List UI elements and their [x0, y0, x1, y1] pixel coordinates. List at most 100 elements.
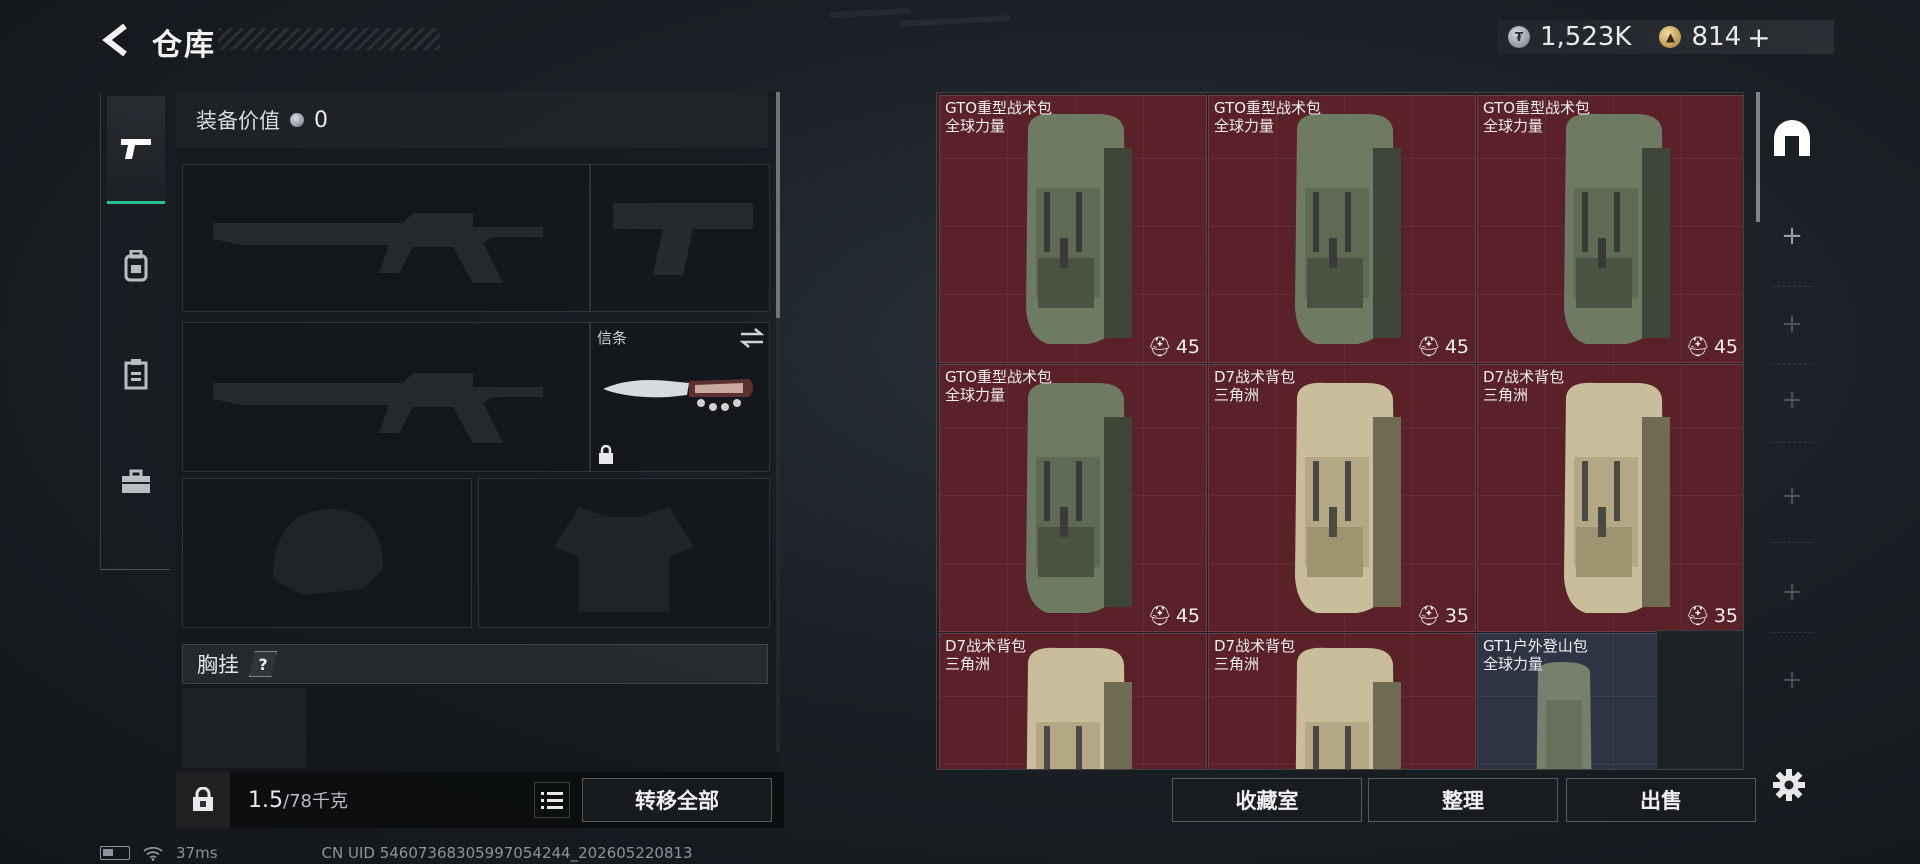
sell-button[interactable]: 出售	[1566, 778, 1756, 822]
add-container-button[interactable]: +	[1762, 206, 1822, 266]
storage-item[interactable]: GTO重型战术包 全球力量 ⛑ 45	[939, 364, 1207, 632]
helmet-silhouette-icon	[273, 509, 383, 595]
item-weight: ⛑ 45	[1147, 335, 1200, 359]
gear-icon	[1773, 769, 1805, 801]
weight-current: 1.5	[248, 788, 283, 813]
pistol-icon	[121, 138, 151, 159]
lock-icon	[599, 445, 613, 464]
item-weight: ⛑ 35	[1685, 604, 1738, 628]
item-faction: 全球力量	[945, 386, 1006, 404]
weight-icon: ⛑	[1685, 605, 1710, 627]
item-faction: 三角洲	[1214, 655, 1260, 673]
armor-slot[interactable]	[478, 478, 770, 628]
primary-weapon-slot[interactable]	[182, 164, 590, 312]
item-faction: 全球力量	[1214, 117, 1275, 135]
top-bar: 仓库 ₮ 1,523K ▲ 814 +	[0, 0, 1920, 80]
container-rail: + + + + + +	[1762, 92, 1822, 768]
backpack-image	[1536, 662, 1592, 769]
weight-readout: 1.5/78千克	[248, 787, 348, 813]
add-container-button[interactable]: +	[1762, 370, 1822, 430]
backpack-image	[1295, 382, 1401, 613]
pistol-silhouette-icon	[613, 203, 753, 275]
melee-slot[interactable]: 信条	[590, 322, 770, 472]
settings-button[interactable]	[1764, 760, 1814, 810]
storage-item[interactable]: D7战术背包 三角洲	[939, 633, 1207, 769]
list-view-button[interactable]	[534, 782, 570, 818]
transfer-all-button[interactable]: 转移全部	[582, 778, 772, 822]
equipment-value-label: 装备价值	[196, 109, 280, 133]
rifle-silhouette-icon	[213, 373, 543, 443]
collection-room-button[interactable]: 收藏室	[1172, 778, 1362, 822]
item-name: D7战术背包	[1214, 637, 1296, 655]
item-faction: 全球力量	[1483, 655, 1544, 673]
equipment-value: 0	[314, 107, 328, 133]
silver-coin-icon	[290, 113, 304, 127]
tab-backpack[interactable]	[107, 212, 165, 320]
loadout-scroll-thumb[interactable]	[776, 92, 780, 318]
equipment-value-bar: 装备价值 0	[176, 92, 768, 148]
add-container-button[interactable]: +	[1762, 294, 1822, 354]
item-name: D7战术背包	[1214, 368, 1296, 386]
backpack-image	[1026, 382, 1132, 613]
empty-storage-cell[interactable]	[1656, 630, 1743, 769]
backpack-image	[1295, 647, 1401, 769]
ping-value: 37ms	[176, 844, 218, 862]
help-icon[interactable]: ?	[249, 651, 277, 677]
storage-item[interactable]: D7战术背包 三角洲	[1208, 633, 1476, 769]
page-title: 仓库	[152, 28, 216, 63]
add-currency-button[interactable]: +	[1747, 21, 1770, 54]
add-container-button[interactable]: +	[1762, 562, 1822, 622]
pistol-slot[interactable]	[590, 164, 770, 312]
safe-box-icon	[1774, 120, 1810, 156]
add-container-button[interactable]: +	[1762, 466, 1822, 526]
bag-lock-icon	[193, 787, 213, 811]
chest-rig-label: 胸挂	[197, 653, 239, 677]
backpack-icon	[124, 250, 148, 282]
storage-item[interactable]: GTO重型战术包 全球力量 ⛑ 45	[1208, 95, 1476, 363]
helmet-slot[interactable]	[182, 478, 472, 628]
tab-vest[interactable]	[107, 320, 165, 428]
storage-item[interactable]: GTO重型战术包 全球力量 ⛑ 45	[1477, 95, 1743, 363]
title-decoration	[218, 28, 440, 50]
weight-icon: ⛑	[1147, 336, 1172, 358]
loadout-panel: 装备价值 0 信条 胸挂 ?	[176, 92, 780, 828]
item-faction: 三角洲	[945, 655, 991, 673]
backpack-image	[1026, 647, 1132, 769]
item-name: D7战术背包	[945, 637, 1027, 655]
toolbox-icon	[122, 469, 150, 493]
rail-storage-tab[interactable]	[1762, 108, 1822, 168]
tab-toolbox[interactable]	[107, 428, 165, 536]
weight-max: /78千克	[283, 791, 348, 812]
battery-icon	[100, 846, 130, 860]
container-lock[interactable]	[176, 772, 230, 828]
back-arrow-icon	[102, 23, 127, 57]
secondary-weapon-slot[interactable]	[182, 322, 590, 472]
item-weight: ⛑ 45	[1685, 335, 1738, 359]
item-name: D7战术背包	[1483, 368, 1565, 386]
rifle-silhouette-icon	[213, 213, 543, 283]
item-faction: 全球力量	[1483, 117, 1544, 135]
list-icon	[541, 792, 563, 809]
storage-grid: GTO重型战术包 全球力量 ⛑ 45 GTO重型战术包 全球力量 ⛑ 45 GTO重…	[936, 92, 1744, 770]
gold-currency-value: 814	[1691, 22, 1742, 52]
silver-currency-value: 1,523K	[1540, 22, 1632, 52]
item-weight: ⛑ 45	[1416, 335, 1469, 359]
storage-item[interactable]: GT1户外登山包 全球力量	[1477, 633, 1657, 769]
storage-item[interactable]: D7战术背包 三角洲 ⛑ 35	[1208, 364, 1476, 632]
item-name: GTO重型战术包	[1483, 99, 1591, 117]
weight-icon: ⛑	[1416, 336, 1441, 358]
chest-rig-slot[interactable]	[182, 688, 306, 768]
swap-icon	[739, 328, 765, 348]
add-container-button[interactable]: +	[1762, 650, 1822, 710]
storage-item[interactable]: GTO重型战术包 全球力量 ⛑ 45	[939, 95, 1207, 363]
item-name: GT1户外登山包	[1483, 637, 1588, 655]
storage-scroll-thumb[interactable]	[1756, 92, 1760, 222]
storage-item[interactable]: D7战术背包 三角洲 ⛑ 35	[1477, 364, 1743, 632]
item-name: GTO重型战术包	[1214, 99, 1322, 117]
clipboard-icon	[124, 359, 148, 390]
back-button[interactable]	[96, 18, 136, 62]
organize-button[interactable]: 整理	[1368, 778, 1558, 822]
tab-weapons[interactable]	[107, 96, 165, 204]
silver-coin-icon: ₮	[1508, 26, 1530, 48]
item-faction: 三角洲	[1483, 386, 1529, 404]
